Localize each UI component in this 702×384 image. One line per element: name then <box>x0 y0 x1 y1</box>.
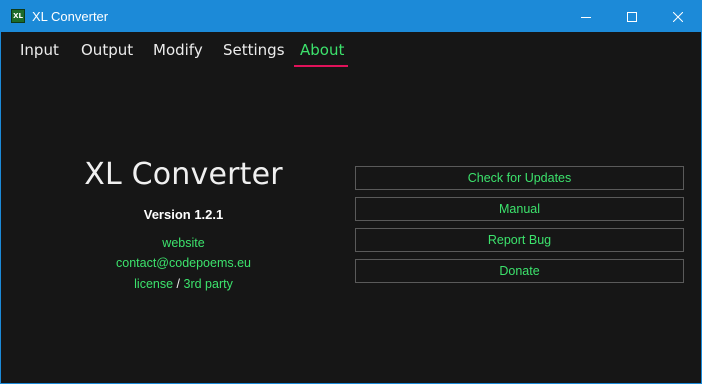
active-tab-indicator <box>294 65 348 67</box>
tab-input[interactable]: Input <box>20 41 59 59</box>
version-label: Version 1.2.1 <box>143 207 224 222</box>
minimize-button[interactable] <box>563 1 609 32</box>
report-bug-button[interactable]: Report Bug <box>355 228 684 252</box>
tab-about[interactable]: About <box>300 41 344 59</box>
about-app-name: XL Converter <box>84 157 283 192</box>
maximize-icon <box>627 11 637 22</box>
app-logo-icon: XL <box>11 9 25 23</box>
app-window: XL XL Converter Input Output Modify Sett… <box>0 0 702 384</box>
tab-bar: Input Output Modify Settings About <box>1 32 701 68</box>
window-title: XL Converter <box>32 9 109 24</box>
close-button[interactable] <box>655 1 701 32</box>
license-link[interactable]: license <box>134 277 173 291</box>
check-for-updates-button[interactable]: Check for Updates <box>355 166 684 190</box>
maximize-button[interactable] <box>609 1 655 32</box>
contact-row: contact@codepoems.eu <box>61 255 306 271</box>
license-row: license / 3rd party <box>61 276 306 292</box>
website-row: website <box>61 235 306 251</box>
tab-settings[interactable]: Settings <box>223 41 285 59</box>
minimize-icon <box>581 16 591 18</box>
close-icon <box>673 11 683 22</box>
title-bar[interactable]: XL XL Converter <box>1 1 701 32</box>
contact-email-link[interactable]: contact@codepoems.eu <box>116 256 251 270</box>
website-link[interactable]: website <box>162 236 204 250</box>
link-separator: / <box>173 277 184 291</box>
manual-button[interactable]: Manual <box>355 197 684 221</box>
tab-modify[interactable]: Modify <box>153 41 203 59</box>
tab-output[interactable]: Output <box>81 41 133 59</box>
third-party-link[interactable]: 3rd party <box>184 277 233 291</box>
donate-button[interactable]: Donate <box>355 259 684 283</box>
